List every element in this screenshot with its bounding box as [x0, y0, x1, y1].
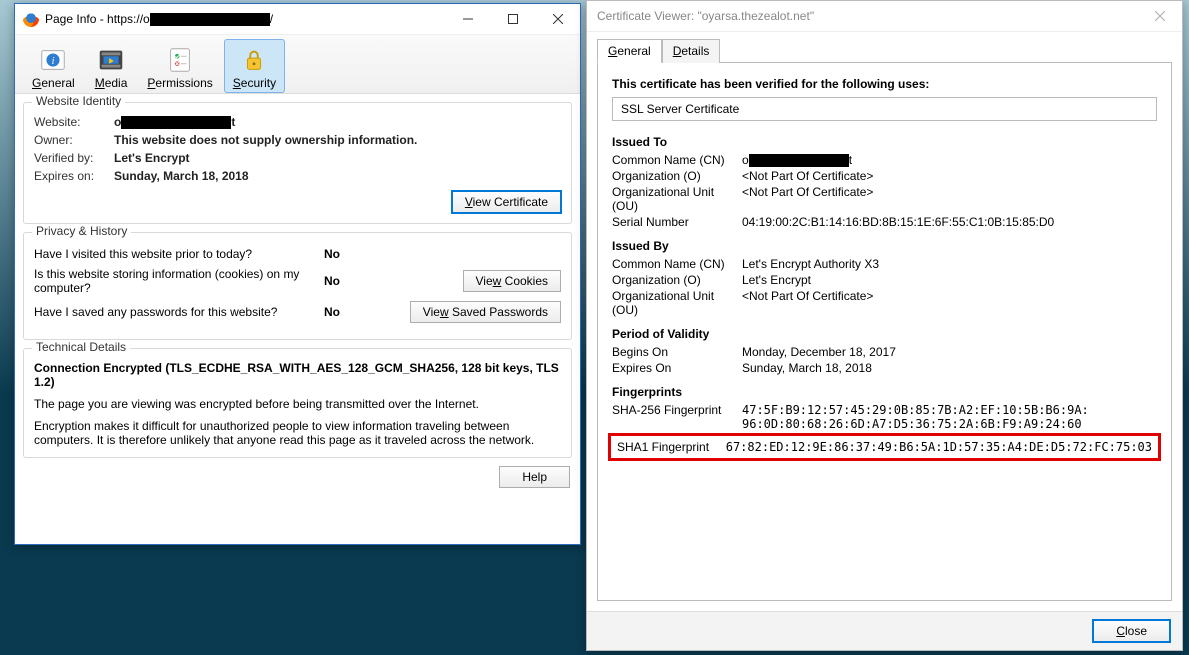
group-title: Privacy & History	[32, 224, 131, 238]
expires-value: Sunday, March 18, 2018	[742, 361, 1157, 375]
website-label: Website:	[34, 115, 114, 129]
verified-text: This certificate has been verified for t…	[612, 77, 1157, 91]
ou-label: Organizational Unit (OU)	[612, 185, 742, 213]
website-value: ot	[114, 115, 235, 129]
cn-label: Common Name (CN)	[612, 257, 742, 271]
svg-text:i: i	[52, 56, 55, 67]
sha1-label: SHA1 Fingerprint	[617, 440, 726, 454]
info-icon: i	[37, 44, 69, 76]
priv-a3: No	[324, 305, 384, 319]
titlebar: Page Info - https://o /	[15, 4, 580, 35]
close-button[interactable]	[535, 4, 580, 34]
issued-to-title: Issued To	[612, 135, 1157, 149]
privacy-group: Privacy & History Have I visited this we…	[23, 232, 572, 340]
tech-headline: Connection Encrypted (TLS_ECDHE_RSA_WITH…	[34, 361, 561, 389]
view-certificate-button[interactable]: View Certificate	[452, 191, 561, 213]
maximize-button[interactable]	[490, 4, 535, 34]
close-button[interactable]	[1137, 1, 1182, 31]
certificate-uses: SSL Server Certificate	[612, 97, 1157, 121]
tab-security[interactable]: Security	[224, 39, 285, 93]
dialog-footer: Close	[587, 611, 1182, 650]
tab-permissions[interactable]: Permissions	[138, 39, 221, 93]
serial-label: Serial Number	[612, 215, 742, 229]
group-title: Technical Details	[32, 340, 130, 354]
verified-value: Let's Encrypt	[114, 151, 190, 165]
owner-label: Owner:	[34, 133, 114, 147]
tech-line2: Encryption makes it difficult for unauth…	[34, 419, 561, 447]
view-saved-passwords-button[interactable]: View Saved Passwords	[410, 301, 561, 323]
ou-label: Organizational Unit (OU)	[612, 289, 742, 317]
expires-value: Sunday, March 18, 2018	[114, 169, 249, 183]
certificate-body: This certificate has been verified for t…	[597, 62, 1172, 601]
redaction	[749, 154, 849, 167]
fingerprints-title: Fingerprints	[612, 385, 1157, 399]
tab-label: Permissions	[147, 76, 212, 90]
serial-value: 04:19:00:2C:B1:14:16:BD:8B:15:1E:6F:55:C…	[742, 215, 1157, 229]
begins-label: Begins On	[612, 345, 742, 359]
sha1-value: 67:82:ED:12:9E:86:37:49:B6:5A:1D:57:35:A…	[726, 440, 1152, 454]
media-icon	[95, 44, 127, 76]
certificate-viewer-window: Certificate Viewer: "oyarsa.thezealot.ne…	[586, 0, 1183, 651]
validity-title: Period of Validity	[612, 327, 1157, 341]
tab-general[interactable]: i General	[23, 39, 84, 93]
title-suffix: /	[270, 12, 273, 26]
permissions-icon	[164, 44, 196, 76]
sha256-label: SHA-256 Fingerprint	[612, 403, 742, 417]
minimize-button[interactable]	[445, 4, 490, 34]
technical-group: Technical Details Connection Encrypted (…	[23, 348, 572, 458]
expires-label: Expires on:	[34, 169, 114, 183]
tab-label: Security	[233, 76, 276, 90]
o-value: Let's Encrypt	[742, 273, 1157, 287]
tab-general[interactable]: General	[597, 39, 662, 63]
ou-value: <Not Part Of Certificate>	[742, 289, 1157, 303]
titlebar: Certificate Viewer: "oyarsa.thezealot.ne…	[587, 1, 1182, 32]
help-button[interactable]: Help	[499, 466, 570, 488]
identity-group: Website Identity Website: ot Owner: This…	[23, 102, 572, 224]
window-title: Page Info - https://o /	[45, 12, 445, 26]
page-info-window: Page Info - https://o / i General Media P…	[14, 3, 581, 545]
sha256-value: 47:5F:B9:12:57:45:29:0B:85:7B:A2:EF:10:5…	[742, 403, 1157, 431]
priv-a1: No	[324, 247, 384, 261]
tab-media[interactable]: Media	[86, 39, 137, 93]
rest: iew Certificate	[473, 195, 548, 209]
begins-value: Monday, December 18, 2017	[742, 345, 1157, 359]
window-controls	[445, 4, 580, 34]
cn-value: ot	[742, 153, 1157, 167]
title-prefix: Page Info - https://o	[45, 12, 150, 26]
group-title: Website Identity	[32, 94, 125, 108]
o-label: Organization (O)	[612, 273, 742, 287]
tab-details[interactable]: Details	[662, 39, 721, 63]
issued-by-title: Issued By	[612, 239, 1157, 253]
rest: eneral	[41, 76, 74, 90]
security-pane: Website Identity Website: ot Owner: This…	[15, 94, 580, 544]
cn-label: Common Name (CN)	[612, 153, 742, 167]
verified-label: Verified by:	[34, 151, 114, 165]
toolbar: i General Media Permissions Security	[15, 35, 580, 94]
window-title: Certificate Viewer: "oyarsa.thezealot.ne…	[597, 9, 1137, 23]
priv-a2: No	[324, 274, 384, 288]
ou-value: <Not Part Of Certificate>	[742, 185, 1157, 199]
o-label: Organization (O)	[612, 169, 742, 183]
lock-icon	[238, 44, 270, 76]
firefox-icon	[23, 11, 39, 27]
redaction	[121, 116, 231, 129]
owner-value: This website does not supply ownership i…	[114, 133, 417, 147]
priv-q1: Have I visited this website prior to tod…	[34, 247, 324, 261]
cn-value: Let's Encrypt Authority X3	[742, 257, 1157, 271]
close-dialog-button[interactable]: Close	[1093, 620, 1170, 642]
window-controls	[1137, 1, 1182, 31]
expires-label: Expires On	[612, 361, 742, 375]
o-value: <Not Part Of Certificate>	[742, 169, 1157, 183]
redaction	[150, 13, 270, 26]
sha1-highlight: SHA1 Fingerprint 67:82:ED:12:9E:86:37:49…	[608, 433, 1161, 461]
tabs: General Details	[597, 38, 1182, 62]
view-cookies-button[interactable]: View Cookies	[463, 270, 562, 292]
tab-label: Media	[95, 76, 128, 90]
priv-q2: Is this website storing information (coo…	[34, 267, 324, 295]
priv-q3: Have I saved any passwords for this webs…	[34, 305, 324, 319]
tab-label: General	[32, 76, 75, 90]
tech-line1: The page you are viewing was encrypted b…	[34, 397, 561, 411]
